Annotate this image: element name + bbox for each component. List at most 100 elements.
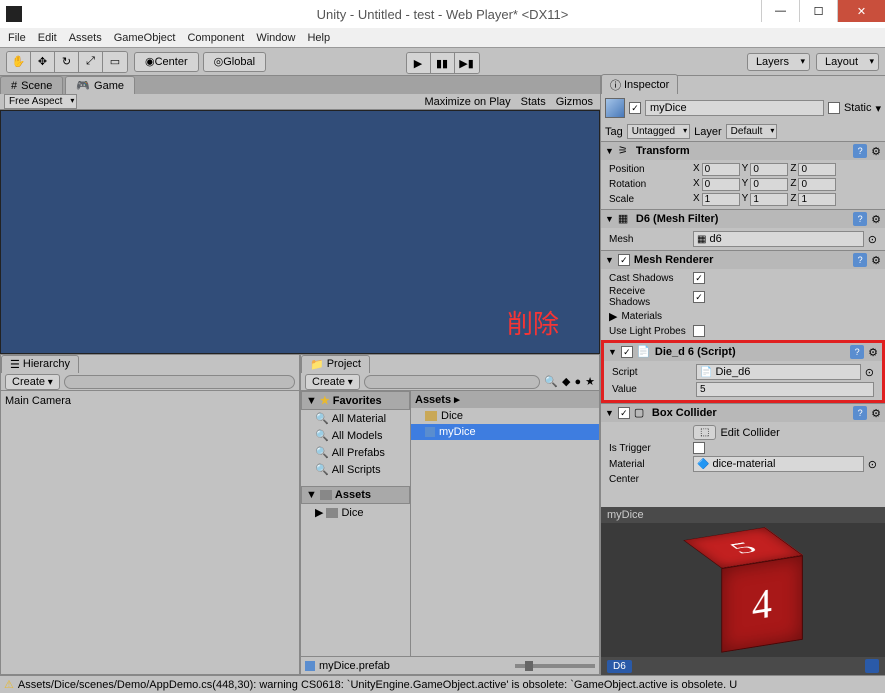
pivot-center-toggle[interactable]: ◉ Center: [134, 52, 199, 72]
menu-window[interactable]: Window: [256, 32, 295, 44]
object-picker-icon[interactable]: ⊙: [865, 366, 874, 379]
maximize-toggle[interactable]: Maximize on Play: [421, 96, 513, 108]
scale-tool[interactable]: ⤢: [79, 52, 103, 72]
fav-prefabs[interactable]: 🔍All Prefabs: [301, 444, 410, 461]
rot-z[interactable]: [798, 178, 836, 191]
filter-type-icon[interactable]: ◆: [562, 375, 570, 388]
game-viewport[interactable]: 削除: [0, 110, 600, 354]
rot-y[interactable]: [750, 178, 788, 191]
active-checkbox[interactable]: ✓: [629, 102, 641, 114]
menu-assets[interactable]: Assets: [69, 32, 102, 44]
edit-collider-button[interactable]: ⬚: [693, 425, 716, 440]
menu-gameobject[interactable]: GameObject: [114, 32, 176, 44]
meshrenderer-foldout[interactable]: ▼: [605, 255, 614, 265]
stats-toggle[interactable]: Stats: [518, 96, 549, 108]
script-enable[interactable]: ✓: [621, 346, 633, 358]
rect-tool[interactable]: ▭: [103, 52, 127, 72]
light-probes-checkbox[interactable]: [693, 325, 705, 337]
transform-foldout[interactable]: ▼: [605, 146, 614, 156]
preview-header[interactable]: myDice: [601, 507, 885, 523]
mesh-field[interactable]: ▦ d6: [693, 231, 864, 247]
save-search-icon[interactable]: ★: [585, 375, 595, 388]
favorites-header[interactable]: ▼★Favorites: [301, 391, 410, 410]
menu-component[interactable]: Component: [187, 32, 244, 44]
status-bar[interactable]: ⚠ Assets/Dice/scenes/Demo/AppDemo.cs(448…: [0, 675, 885, 693]
help-icon[interactable]: ?: [853, 253, 867, 267]
aspect-dropdown[interactable]: Free Aspect: [4, 94, 77, 109]
hierarchy-search[interactable]: [64, 375, 295, 389]
receive-shadows-checkbox[interactable]: ✓: [693, 291, 705, 303]
help-icon[interactable]: ?: [850, 345, 864, 359]
pause-button[interactable]: ▮▮: [431, 53, 455, 73]
move-tool[interactable]: ✥: [31, 52, 55, 72]
project-tree[interactable]: ▼★Favorites 🔍All Material 🔍All Models 🔍A…: [301, 391, 411, 656]
layers-dropdown[interactable]: Layers: [747, 53, 810, 71]
project-search[interactable]: [364, 375, 540, 389]
materials-foldout[interactable]: ▶: [609, 310, 617, 323]
gear-icon[interactable]: ⚙: [871, 254, 881, 267]
hierarchy-item[interactable]: Main Camera: [5, 395, 295, 407]
fav-models[interactable]: 🔍All Models: [301, 427, 410, 444]
meshrenderer-enable[interactable]: ✓: [618, 254, 630, 266]
gear-icon[interactable]: ⚙: [871, 145, 881, 158]
asset-mydice[interactable]: myDice: [411, 424, 599, 440]
thumbnail-size-slider[interactable]: [515, 664, 595, 668]
tab-game[interactable]: 🎮 Game: [65, 76, 135, 94]
assetbundle-icon[interactable]: [865, 659, 879, 673]
close-button[interactable]: ✕: [837, 0, 885, 22]
project-create[interactable]: Create ▾: [305, 374, 360, 390]
assets-tree-header[interactable]: ▼Assets: [301, 486, 410, 504]
assets-tree-dice[interactable]: ▶Dice: [301, 504, 410, 521]
gizmos-toggle[interactable]: Gizmos: [553, 96, 596, 108]
step-button[interactable]: ▶▮: [455, 53, 479, 73]
project-content[interactable]: Assets ▸ Dice myDice: [411, 391, 599, 656]
pos-y[interactable]: [750, 163, 788, 176]
pos-z[interactable]: [798, 163, 836, 176]
is-trigger-checkbox[interactable]: [693, 442, 705, 454]
search-filter-icon[interactable]: 🔍: [544, 375, 558, 388]
menu-help[interactable]: Help: [307, 32, 330, 44]
pivot-global-toggle[interactable]: ◎ Global: [203, 52, 266, 72]
minimize-button[interactable]: —: [761, 0, 799, 22]
script-field[interactable]: 📄 Die_d6: [696, 364, 861, 380]
menu-edit[interactable]: Edit: [38, 32, 57, 44]
hierarchy-list[interactable]: Main Camera: [1, 391, 299, 674]
rot-x[interactable]: [702, 178, 740, 191]
meshfilter-foldout[interactable]: ▼: [605, 214, 614, 224]
physmat-field[interactable]: 🔷 dice-material: [693, 456, 864, 472]
object-picker-icon[interactable]: ⊙: [868, 233, 877, 246]
cast-shadows-checkbox[interactable]: ✓: [693, 272, 705, 284]
layer-dropdown[interactable]: Default: [726, 124, 778, 139]
script-foldout[interactable]: ▼: [608, 347, 617, 357]
filter-label-icon[interactable]: ●: [574, 376, 581, 388]
help-icon[interactable]: ?: [853, 144, 867, 158]
scale-y[interactable]: [750, 193, 788, 206]
menu-file[interactable]: File: [8, 32, 26, 44]
fav-scripts[interactable]: 🔍All Scripts: [301, 461, 410, 478]
hierarchy-create[interactable]: Create ▾: [5, 374, 60, 390]
boxcollider-enable[interactable]: ✓: [618, 407, 630, 419]
project-tab[interactable]: 📁 Project: [301, 355, 370, 374]
hand-tool[interactable]: ✋: [7, 52, 31, 72]
tab-scene[interactable]: # Scene: [0, 76, 63, 94]
maximize-button[interactable]: ☐: [799, 0, 837, 22]
object-picker-icon[interactable]: ⊙: [868, 458, 877, 471]
pos-x[interactable]: [702, 163, 740, 176]
static-checkbox[interactable]: [828, 102, 840, 114]
scale-x[interactable]: [702, 193, 740, 206]
layout-dropdown[interactable]: Layout: [816, 53, 879, 71]
value-field[interactable]: 5: [696, 382, 874, 397]
boxcollider-foldout[interactable]: ▼: [605, 408, 614, 418]
gear-icon[interactable]: ⚙: [868, 346, 878, 359]
rotate-tool[interactable]: ↻: [55, 52, 79, 72]
help-icon[interactable]: ?: [853, 406, 867, 420]
object-name-field[interactable]: [645, 100, 824, 116]
breadcrumb[interactable]: Assets ▸: [411, 391, 599, 408]
tag-dropdown[interactable]: Untagged: [627, 124, 690, 139]
hierarchy-tab[interactable]: ☰ Hierarchy: [1, 355, 79, 374]
preview-viewport[interactable]: 5 4 1: [601, 523, 885, 657]
asset-dice-folder[interactable]: Dice: [411, 408, 599, 424]
gear-icon[interactable]: ⚙: [871, 213, 881, 226]
inspector-tab[interactable]: ⓘ Inspector: [601, 74, 678, 96]
play-button[interactable]: ▶: [407, 53, 431, 73]
